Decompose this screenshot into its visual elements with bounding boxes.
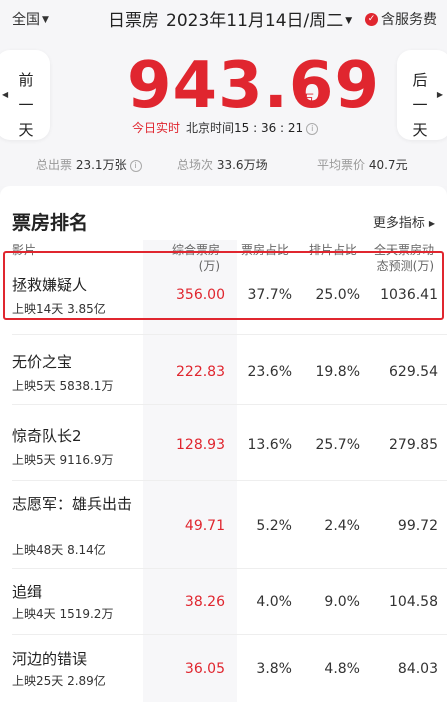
- film-sub: 上映5天 5838.1万: [12, 379, 114, 393]
- divider: [12, 634, 447, 635]
- box-office-value: 36.05: [184, 661, 225, 677]
- arrow-right-icon: ▶: [436, 90, 443, 99]
- screening-value: 25.7%: [315, 437, 360, 453]
- summary-panel: 全国 ▼ 日票房 2023年11月14日/周二 ▼ ✓ 含服务费 ◀ 前一天 后一天…: [0, 0, 447, 186]
- ranking-card: 票房排名 更多指标 ▶ 影片 综合票房 (万) 票房占比 排片占比 全天票房动 态…: [0, 186, 447, 702]
- region-selector[interactable]: 全国 ▼: [12, 9, 49, 29]
- prev-day-button[interactable]: ◀ 前一天: [0, 50, 50, 140]
- share-value: 4.0%: [256, 594, 292, 610]
- screening-value: 19.8%: [315, 364, 360, 380]
- box-office-value: 128.93: [176, 437, 225, 453]
- ranking-title: 票房排名: [12, 212, 89, 234]
- page-title: 日票房: [108, 11, 159, 31]
- stat-avg-price: 平均票价 40.7元: [317, 158, 408, 172]
- screening-value: 9.0%: [324, 594, 360, 610]
- date-selector[interactable]: 2023年11月14日/周二 ▼: [166, 6, 352, 31]
- current-time: 15 : 36 : 21: [234, 121, 304, 135]
- service-fee-label: 含服务费: [381, 12, 437, 28]
- realtime-info: 今日实时 北京时间15 : 36 : 21 i: [132, 119, 319, 136]
- check-icon: ✓: [365, 12, 378, 26]
- service-fee-toggle[interactable]: ✓ 含服务费: [365, 9, 437, 29]
- divider: [12, 568, 447, 569]
- forecast-value: 99.72: [397, 518, 438, 534]
- film-sub: 上映5天 9116.9万: [12, 453, 114, 467]
- realtime-label: 今日实时: [132, 121, 181, 135]
- info-icon[interactable]: i: [306, 122, 319, 135]
- divider: [12, 480, 447, 481]
- film-name: 无价之宝: [12, 353, 73, 371]
- box-office-value: 38.26: [184, 594, 225, 610]
- stat-sessions: 总场次 33.6万场: [177, 158, 268, 172]
- arrow-left-icon: ◀: [2, 90, 9, 99]
- box-office-value: 49.71: [184, 518, 225, 534]
- share-value: 23.6%: [247, 364, 292, 380]
- beijing-time-label: 北京时间: [186, 121, 235, 135]
- film-name: 惊奇队长2: [12, 427, 82, 445]
- screening-value: 2.4%: [324, 518, 360, 534]
- box-office-value: 222.83: [176, 364, 225, 380]
- screening-value: 4.8%: [324, 661, 360, 677]
- forecast-value: 104.58: [389, 594, 438, 610]
- top-bar: 全国 ▼ 日票房 2023年11月14日/周二 ▼ ✓ 含服务费: [0, 0, 447, 34]
- more-metrics-button[interactable]: 更多指标 ▶: [373, 212, 435, 231]
- film-sub: 上映48天 8.14亿: [12, 543, 106, 557]
- share-value: 5.2%: [256, 518, 292, 534]
- next-day-label: 后一天: [412, 71, 428, 139]
- film-name: 追缉: [12, 583, 43, 601]
- total-box-office-unit: 万: [302, 92, 315, 106]
- caret-down-icon: ▼: [345, 16, 353, 26]
- divider: [12, 404, 447, 405]
- highlight-box: [3, 251, 444, 320]
- prev-day-label: 前一天: [18, 71, 34, 139]
- caret-right-icon: ▶: [428, 219, 435, 228]
- caret-down-icon: ▼: [42, 15, 49, 25]
- share-value: 3.8%: [256, 661, 292, 677]
- film-name: 志愿军：雄兵出击: [12, 495, 133, 513]
- forecast-value: 629.54: [389, 364, 438, 380]
- date-label: 2023年11月14日/周二: [166, 11, 344, 31]
- film-sub: 上映4天 1519.2万: [12, 607, 114, 621]
- share-value: 13.6%: [247, 437, 292, 453]
- divider: [12, 334, 447, 335]
- info-icon[interactable]: i: [129, 159, 142, 172]
- forecast-value: 84.03: [397, 661, 438, 677]
- total-box-office: 943.69: [127, 49, 380, 123]
- stat-tickets: 总出票 23.1万张 i: [36, 156, 142, 173]
- forecast-value: 279.85: [389, 437, 438, 453]
- film-sub: 上映25天 2.89亿: [12, 674, 106, 688]
- film-name: 河边的错误: [12, 650, 88, 668]
- next-day-button[interactable]: 后一天 ▶: [397, 50, 447, 140]
- more-metrics-label: 更多指标: [372, 216, 425, 231]
- region-label: 全国: [12, 12, 40, 28]
